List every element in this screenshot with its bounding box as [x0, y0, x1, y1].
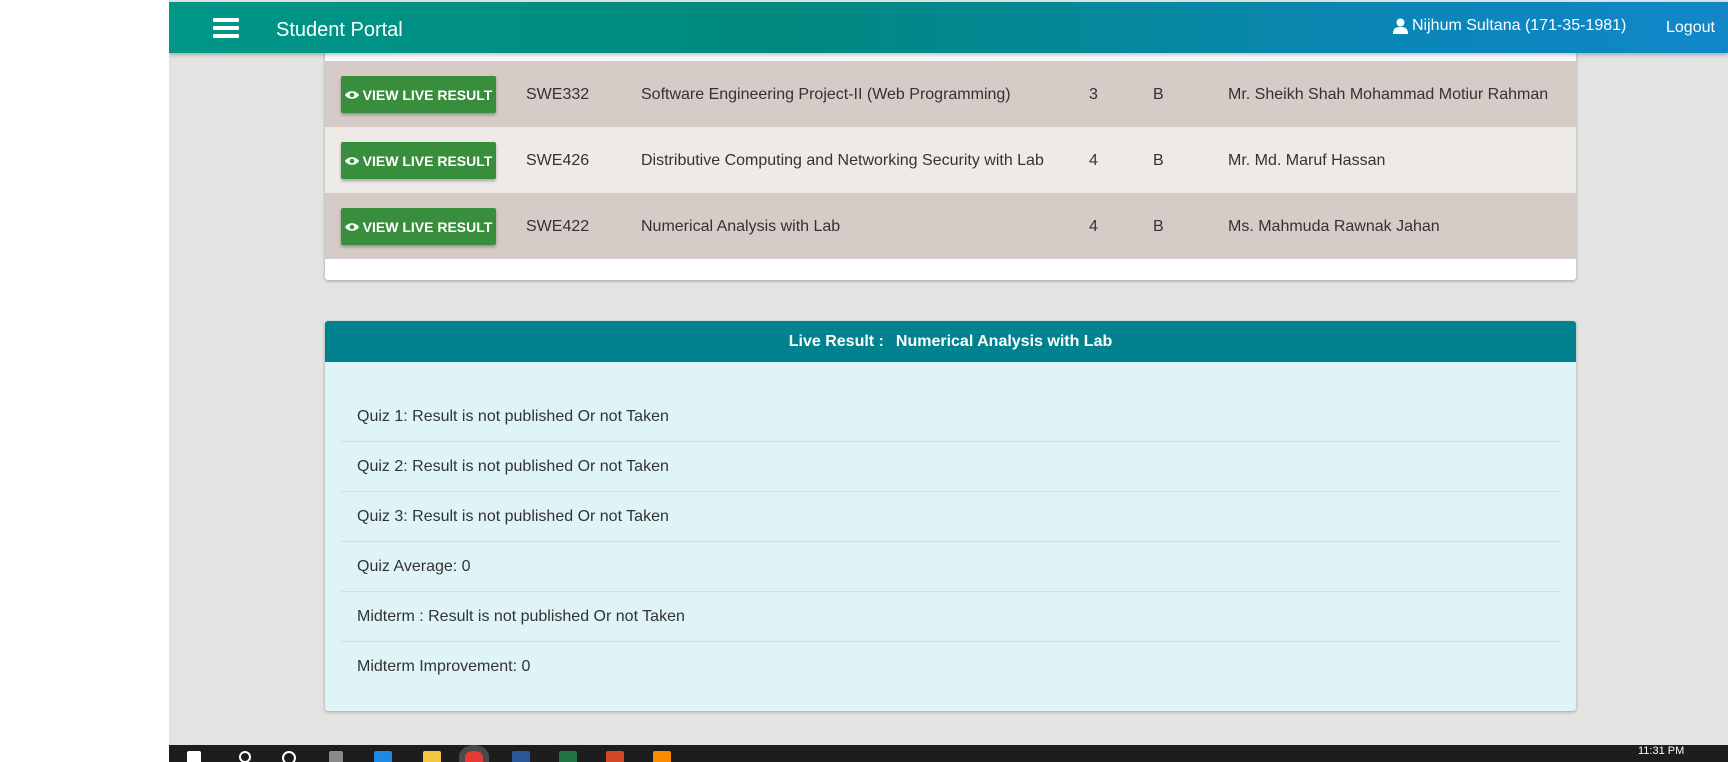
result-item: Quiz Average: 0 — [341, 542, 1561, 592]
app-title: Student Portal — [276, 19, 403, 41]
result-item: Quiz 2: Result is not published Or not T… — [341, 442, 1561, 492]
result-item: Midterm : Result is not published Or not… — [341, 592, 1561, 642]
course-section: B — [1153, 218, 1164, 235]
view-live-result-button[interactable]: VIEW LIVE RESULT — [341, 76, 496, 113]
course-list-card: VIEW LIVE RESULT SWE332 Software Enginee… — [325, 40, 1576, 280]
windows-taskbar: 11:31 PM — [169, 745, 1728, 762]
course-teacher: Mr. Sheikh Shah Mohammad Motiur Rahman — [1228, 86, 1549, 103]
view-live-result-label: VIEW LIVE RESULT — [362, 86, 493, 103]
course-title: Distributive Computing and Networking Se… — [641, 152, 1044, 169]
eye-icon — [344, 222, 359, 231]
top-navbar: Student Portal Nijhum Sultana (171-35-19… — [169, 2, 1728, 53]
course-teacher: Mr. Md. Maruf Hassan — [1228, 152, 1386, 169]
hamburger-menu-icon[interactable] — [213, 18, 239, 38]
course-teacher: Ms. Mahmuda Rawnak Jahan — [1228, 218, 1440, 235]
view-live-result-button[interactable]: VIEW LIVE RESULT — [341, 208, 496, 245]
result-item: Quiz 3: Result is not published Or not T… — [341, 492, 1561, 542]
view-live-result-label: VIEW LIVE RESULT — [362, 152, 493, 169]
course-row: VIEW LIVE RESULT SWE332 Software Enginee… — [325, 61, 1576, 127]
eye-icon — [344, 156, 359, 165]
search-icon[interactable] — [239, 751, 251, 762]
windows-start-icon[interactable] — [187, 751, 201, 762]
result-item: Quiz 1: Result is not published Or not T… — [341, 392, 1561, 442]
chrome-icon[interactable] — [465, 751, 483, 762]
edge-icon[interactable] — [374, 751, 392, 762]
view-live-result-button[interactable]: VIEW LIVE RESULT — [341, 142, 496, 179]
course-section: B — [1153, 152, 1164, 169]
course-title: Software Engineering Project-II (Web Pro… — [641, 86, 1011, 103]
live-result-list: Quiz 1: Result is not published Or not T… — [341, 392, 1561, 692]
user-icon — [1393, 18, 1408, 34]
user-name: Nijhum Sultana (171-35-1981) — [1412, 17, 1627, 34]
course-credit: 4 — [1089, 218, 1098, 235]
course-code: SWE332 — [526, 86, 590, 103]
logout-link[interactable]: Logout — [1666, 19, 1715, 37]
course-title: Numerical Analysis with Lab — [641, 218, 841, 235]
course-code: SWE426 — [526, 152, 590, 169]
taskbar-clock[interactable]: 11:31 PM — [1638, 745, 1684, 757]
course-credit: 4 — [1089, 152, 1098, 169]
cortana-icon[interactable] — [282, 751, 296, 762]
course-row: VIEW LIVE RESULT SWE426 Distributive Com… — [325, 127, 1576, 193]
course-code: SWE422 — [526, 218, 590, 235]
file-explorer-icon[interactable] — [423, 751, 441, 762]
student-portal-app: Student Portal Nijhum Sultana (171-35-19… — [169, 0, 1728, 745]
eye-icon — [344, 90, 359, 99]
user-info[interactable]: Nijhum Sultana (171-35-1981) — [1393, 17, 1626, 35]
app-icon[interactable] — [653, 751, 671, 762]
result-item: Midterm Improvement: 0 — [357, 658, 531, 675]
live-result-label: Live Result : — [788, 332, 884, 350]
excel-icon[interactable] — [559, 751, 577, 762]
course-row: VIEW LIVE RESULT SWE422 Numerical Analys… — [325, 193, 1576, 259]
powerpoint-icon[interactable] — [606, 751, 624, 762]
view-live-result-label: VIEW LIVE RESULT — [362, 218, 493, 235]
word-icon[interactable] — [512, 751, 530, 762]
task-view-icon[interactable] — [329, 751, 343, 762]
course-section: B — [1153, 86, 1164, 103]
live-result-card: Live Result : Numerical Analysis with La… — [325, 321, 1576, 711]
course-credit: 3 — [1089, 86, 1098, 103]
live-result-header: Live Result : Numerical Analysis with La… — [325, 321, 1576, 362]
live-result-course: Numerical Analysis with Lab — [895, 332, 1113, 350]
